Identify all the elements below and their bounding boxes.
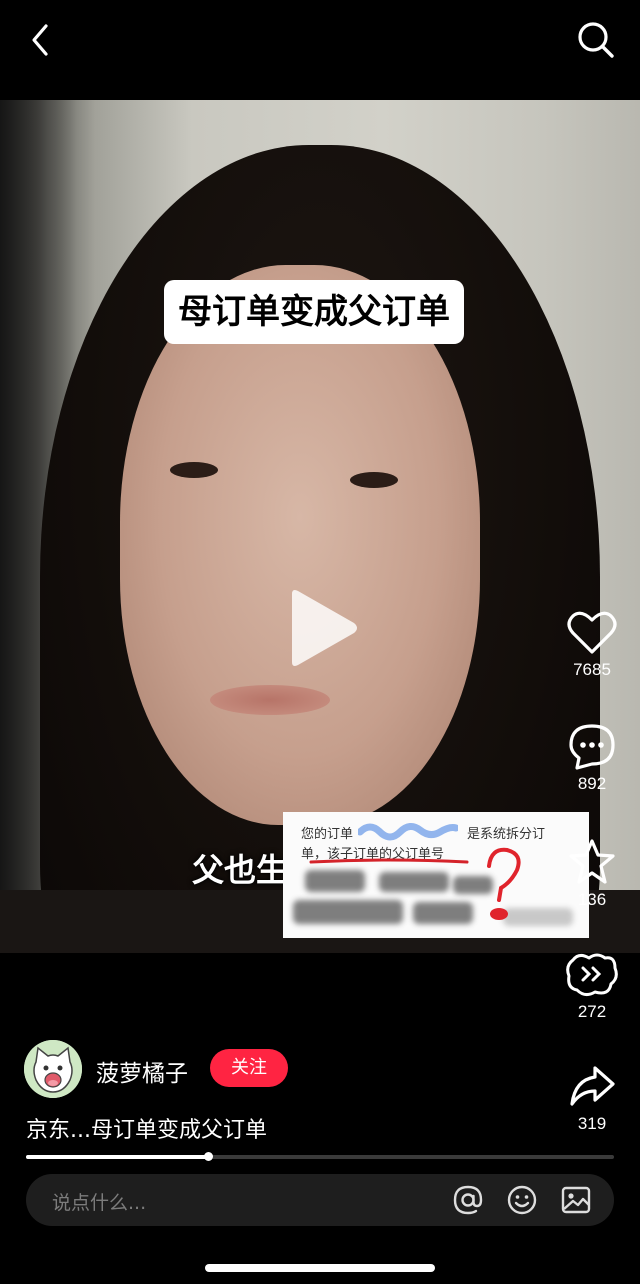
video-player[interactable]: 母订单变成父订单 父也生不出来子呀 您的订单 是系统拆分订 单，该子订单的父订单… [0,100,640,953]
question-mark-doodle [487,847,521,920]
redaction-scribble [358,823,458,841]
emoji-icon[interactable] [506,1184,538,1216]
home-indicator [205,1264,435,1272]
heart-icon [567,611,617,654]
progress-bar[interactable] [26,1152,614,1161]
follow-button[interactable]: 关注 [210,1049,288,1087]
gift-count: 272 [577,1002,607,1021]
video-title-card: 母订单变成父订单 [164,280,464,344]
redacted-blur [305,870,365,892]
redacted-blur [379,872,449,892]
back-button[interactable] [22,20,62,60]
video-subject-face [120,265,480,825]
video-subject-eye [170,462,218,478]
video-subject-eye [350,472,398,488]
comment-count: 892 [577,774,607,793]
video-subject-mouth [210,685,330,715]
favorite-count: 136 [577,890,607,909]
at-icon[interactable] [452,1184,484,1216]
share-button[interactable]: 319 [562,1062,622,1134]
chevron-left-icon [32,24,48,56]
red-underline-mark [309,858,469,864]
favorite-button[interactable]: 136 [562,838,622,910]
top-bar [0,0,640,100]
search-icon [578,22,614,58]
avatar[interactable] [24,1040,82,1098]
play-icon[interactable] [282,586,362,670]
gift-badge-icon [566,953,618,997]
cat-avatar-icon [24,1040,82,1098]
like-count: 7685 [573,660,611,679]
gift-button[interactable]: 272 [562,950,622,1022]
overlay-text: 是系统拆分订 [467,827,546,842]
comment-bubble-icon [569,724,615,770]
overlay-text: 您的订单 [301,827,354,842]
author-name[interactable]: 菠萝橘子 [96,1054,188,1088]
share-count: 319 [577,1114,607,1133]
redacted-blur [413,902,473,924]
progress-knob[interactable] [204,1152,214,1161]
redacted-blur [293,900,403,924]
share-arrow-icon [570,1066,615,1106]
order-screenshot-overlay: 您的订单 是系统拆分订 单，该子订单的父订单号 [283,812,589,938]
star-icon [569,839,615,884]
comment-button[interactable]: 892 [562,722,622,794]
image-icon[interactable] [560,1184,592,1216]
like-button[interactable]: 7685 [562,610,622,680]
comment-bar[interactable]: 说点什么... [26,1174,614,1226]
search-button[interactable] [574,18,618,62]
progress-fill [26,1155,209,1159]
video-caption[interactable]: 京东...母订单变成父订单 [26,1112,267,1144]
comment-input[interactable]: 说点什么... [52,1188,146,1215]
